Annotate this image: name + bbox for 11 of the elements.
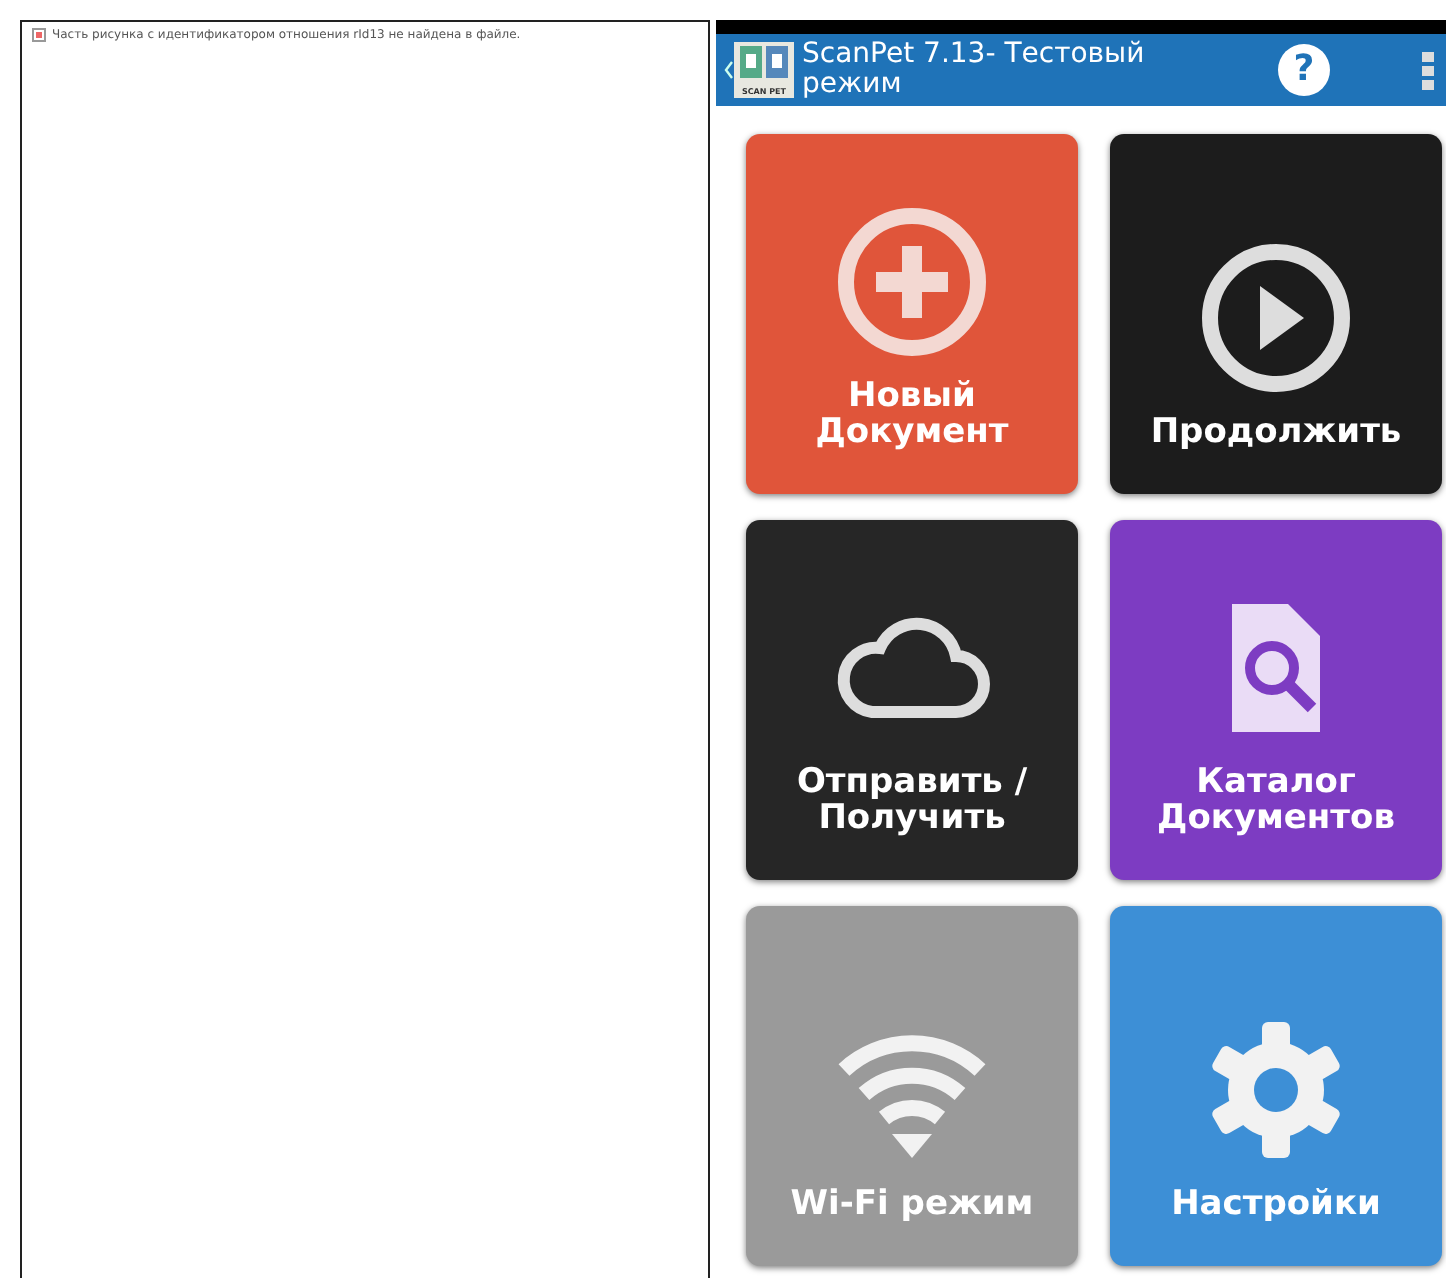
menu-tile[interactable]: Отправить / Получить <box>746 520 1078 880</box>
app-title: ScanPet 7.13- Тестовый режим <box>802 40 1147 100</box>
menu-tile[interactable]: Продолжить <box>1110 134 1442 494</box>
menu-tile[interactable]: Новый Документ <box>746 134 1078 494</box>
broken-image-icon <box>32 28 46 42</box>
menu-icon[interactable] <box>1422 50 1434 90</box>
help-button[interactable]: ? <box>1278 44 1330 96</box>
menu-tile[interactable]: Wi-Fi режим <box>746 906 1078 1266</box>
menu-tile[interactable]: Каталог Документов <box>1110 520 1442 880</box>
menu-tile[interactable]: Настройки <box>1110 906 1442 1266</box>
back-icon[interactable] <box>724 60 734 80</box>
